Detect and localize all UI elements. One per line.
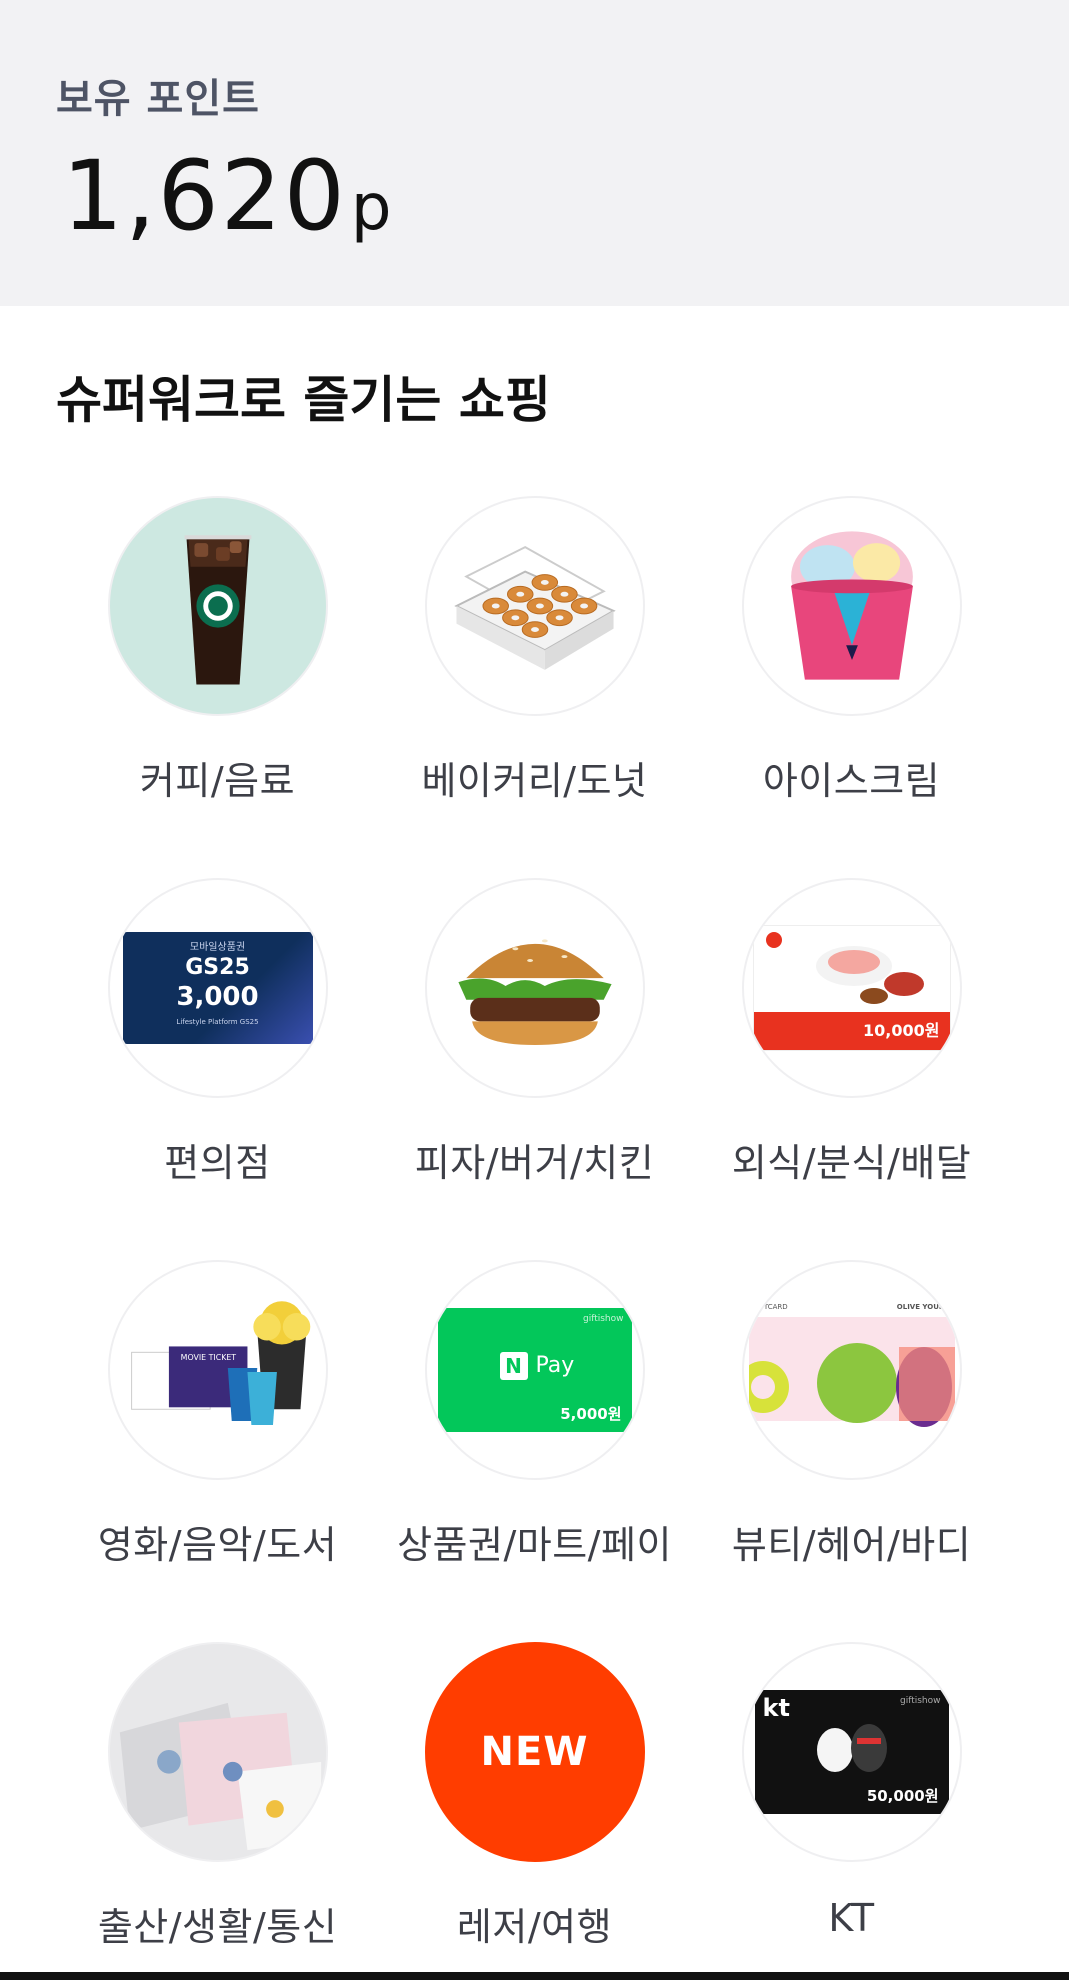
category-label: 뷰티/헤어/바디 xyxy=(731,1523,972,1567)
category-label: 커피/음료 xyxy=(139,759,296,803)
naver-logo: N xyxy=(499,1352,528,1380)
section-title: 슈퍼워크로 즐기는 쇼핑 xyxy=(56,371,551,429)
category-label: 피자/버거/치킨 xyxy=(414,1141,655,1185)
gs25-giftcard-icon: 모바일상품권 GS25 3,000 Lifestyle Platform GS2… xyxy=(107,878,328,1098)
category-label: 상품권/마트/페이 xyxy=(397,1523,672,1567)
category-kt[interactable]: kt giftishow 50,000원 KT xyxy=(690,1642,1013,1972)
category-label: KT xyxy=(828,1896,875,1940)
voucher-amount: 10,000원 xyxy=(753,1012,950,1050)
gs25-brand: GS25 xyxy=(185,955,250,980)
points-header: 보유 포인트 1,620p xyxy=(0,0,1069,306)
olive-young-giftcard-icon: GIFTCARD OLIVE YOUNG xyxy=(741,1260,962,1480)
category-convenience[interactable]: 모바일상품권 GS25 3,000 Lifestyle Platform GS2… xyxy=(56,878,379,1208)
category-label: 베이커리/도넛 xyxy=(421,759,648,803)
category-label: 영화/음악/도서 xyxy=(97,1523,338,1567)
category-label: 외식/분식/배달 xyxy=(731,1141,972,1185)
category-beauty[interactable]: GIFTCARD OLIVE YOUNG 뷰티/헤어/바디 xyxy=(690,1260,1013,1590)
category-dining[interactable]: 10,000원 외식/분식/배달 xyxy=(690,878,1013,1208)
kt-giftcard-icon: kt giftishow 50,000원 xyxy=(741,1642,962,1862)
category-pizza-burger[interactable]: 피자/버거/치킨 xyxy=(373,878,696,1208)
restaurant-voucher-icon: 10,000원 xyxy=(741,878,962,1098)
points-label: 보유 포인트 xyxy=(56,76,260,122)
new-badge-text: NEW xyxy=(480,1729,589,1775)
category-leisure-travel[interactable]: NEW 레저/여행 xyxy=(373,1642,696,1972)
kt-amount: 50,000원 xyxy=(866,1787,939,1805)
category-baby-living-telecom[interactable]: 출산/생활/통신 xyxy=(56,1642,379,1972)
category-label: 아이스크림 xyxy=(762,759,941,803)
pay-amount: 5,000원 xyxy=(560,1405,622,1423)
gs25-amount: 3,000 xyxy=(176,982,259,1012)
points-amount: 1,620 xyxy=(62,140,347,252)
naver-pay-card-icon: giftishow N Pay 5,000원 xyxy=(424,1260,645,1480)
points-unit: p xyxy=(350,171,394,245)
iced-coffee-icon xyxy=(107,496,328,716)
category-giftcard-mart-pay[interactable]: giftishow N Pay 5,000원 상품권/마트/페이 xyxy=(373,1260,696,1590)
category-label: 편의점 xyxy=(164,1141,271,1185)
burger-icon xyxy=(424,878,645,1098)
donut-box-icon xyxy=(424,496,645,716)
bottom-edge xyxy=(0,1972,1069,1980)
category-label: 레저/여행 xyxy=(456,1905,613,1949)
svg-text:MOVIE TICKET: MOVIE TICKET xyxy=(180,1353,236,1362)
category-icecream[interactable]: 아이스크림 xyxy=(690,496,1013,826)
category-label: 출산/생활/통신 xyxy=(97,1905,338,1949)
kt-logo: kt xyxy=(762,1694,790,1722)
ice-cream-cup-icon xyxy=(741,496,962,716)
points-balance: 1,620p xyxy=(62,140,393,252)
new-badge-icon: NEW xyxy=(424,1642,645,1862)
towels-icon xyxy=(107,1642,328,1862)
category-bakery[interactable]: 베이커리/도넛 xyxy=(373,496,696,826)
category-coffee[interactable]: 커피/음료 xyxy=(56,496,379,826)
movie-ticket-popcorn-icon: MOVIE TICKET xyxy=(107,1260,328,1480)
category-culture[interactable]: MOVIE TICKET 영화/음악/도서 xyxy=(56,1260,379,1590)
